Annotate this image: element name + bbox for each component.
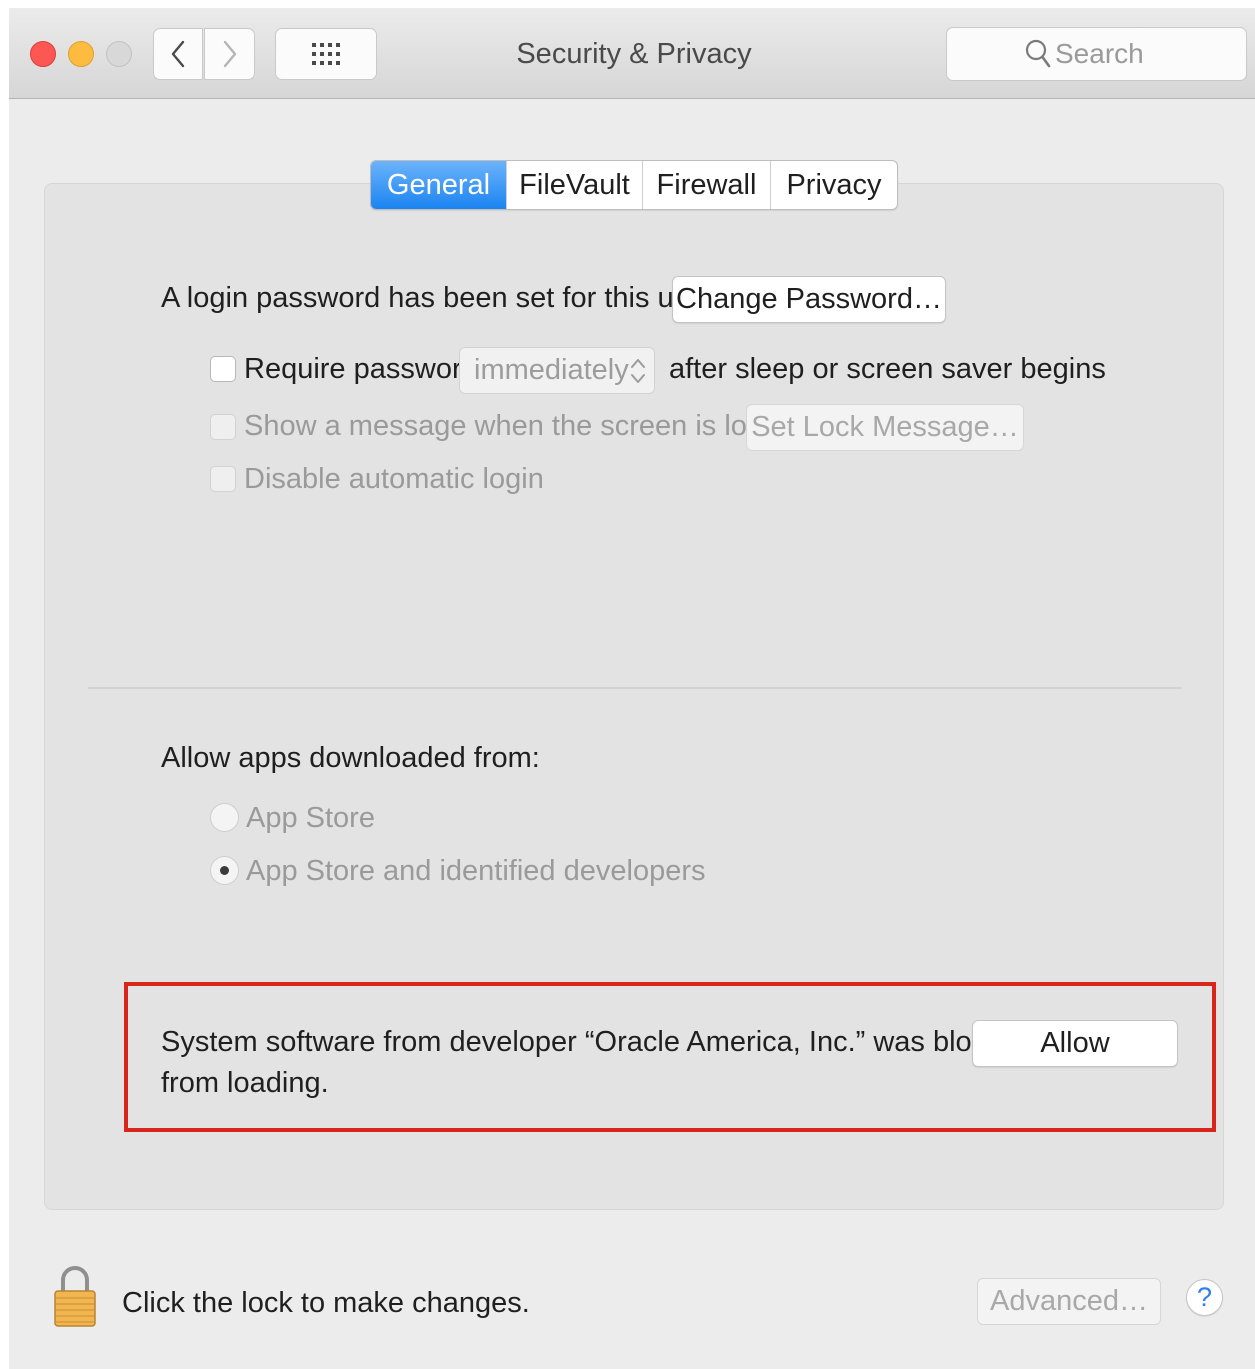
close-button[interactable]: [30, 41, 56, 67]
login-password-text: A login password has been set for this u…: [161, 282, 714, 314]
lock-icon[interactable]: [53, 1262, 97, 1328]
require-password-checkbox[interactable]: [210, 356, 236, 382]
radio-app-store-identified[interactable]: [210, 856, 239, 885]
disable-auto-login-checkbox[interactable]: [210, 466, 236, 492]
tab-privacy[interactable]: Privacy: [770, 161, 897, 209]
preferences-window: Security & Privacy General FileVault Fir…: [9, 8, 1255, 1369]
blocked-message-line1: System software from developer “Oracle A…: [161, 1026, 1033, 1058]
radio-selected-dot: [220, 866, 229, 875]
blocked-message-line2: from loading.: [161, 1067, 329, 1099]
disable-auto-login-label: Disable automatic login: [244, 463, 544, 495]
radio-app-store-identified-label: App Store and identified developers: [246, 855, 706, 887]
help-button[interactable]: ?: [1186, 1279, 1223, 1316]
tab-filevault[interactable]: FileVault: [506, 161, 642, 209]
after-sleep-text: after sleep or screen saver begins: [669, 353, 1106, 385]
radio-app-store-label: App Store: [246, 802, 375, 834]
show-message-label: Show a message when the screen is locked: [244, 410, 809, 442]
section-divider: [88, 687, 1182, 689]
change-password-button[interactable]: Change Password…: [672, 276, 946, 323]
tab-general[interactable]: General: [371, 161, 506, 209]
allow-button[interactable]: Allow: [972, 1020, 1178, 1067]
search-icon: [1025, 39, 1051, 68]
window-title: Security & Privacy: [516, 38, 752, 70]
show-all-button[interactable]: [275, 28, 377, 80]
lock-text: Click the lock to make changes.: [122, 1287, 530, 1319]
allow-apps-heading: Allow apps downloaded from:: [161, 742, 540, 774]
select-value: immediately: [474, 354, 629, 386]
forward-button[interactable]: [204, 28, 255, 80]
set-lock-message-button[interactable]: Set Lock Message…: [746, 404, 1024, 451]
chevron-left-icon: [171, 40, 185, 68]
tab-firewall[interactable]: Firewall: [642, 161, 770, 209]
title-bar: Security & Privacy: [9, 8, 1255, 99]
search-field[interactable]: [946, 27, 1247, 81]
chevron-updown-icon: [631, 359, 645, 383]
search-input[interactable]: [1055, 37, 1235, 71]
tab-bar: General FileVault Firewall Privacy: [370, 160, 898, 210]
show-message-checkbox[interactable]: [210, 414, 236, 440]
grid-icon: [312, 43, 340, 65]
advanced-button[interactable]: Advanced…: [977, 1278, 1161, 1325]
zoom-button: [106, 41, 132, 67]
radio-app-store[interactable]: [210, 803, 239, 832]
require-password-label: Require password: [244, 353, 478, 385]
chevron-right-icon: [223, 40, 236, 68]
minimize-button[interactable]: [68, 41, 94, 67]
require-password-delay-select[interactable]: immediately: [459, 347, 655, 394]
back-button[interactable]: [153, 28, 203, 80]
